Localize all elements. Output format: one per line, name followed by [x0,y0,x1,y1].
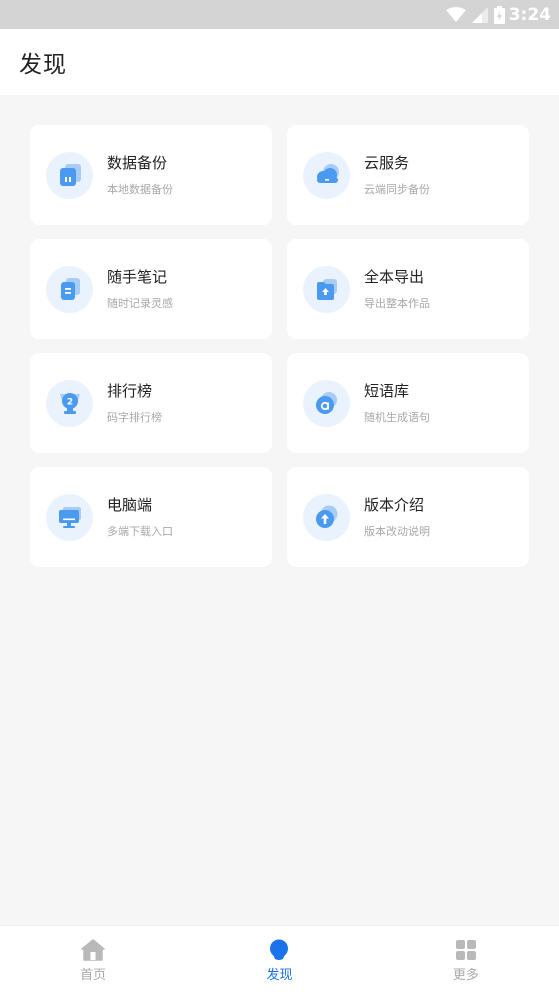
card-subtitle: 码字排行榜 [107,411,162,424]
cloud-icon [316,164,339,183]
wifi-icon [445,6,466,22]
feature-grid: 数据备份 本地数据备份 云服务 云端同步备份 随手笔记 随时记录灵感 全本导出 … [30,125,529,567]
card-text: 云服务 云端同步备份 [364,153,430,197]
card-icon-bg: 2 [46,379,93,427]
card-title: 随手笔记 [107,268,168,286]
card-subtitle: 多端下载入口 [107,525,173,538]
card-title: 电脑端 [107,496,153,514]
screen: 3:24 发现 数据备份 本地数据备份 云服务 云端同步备份 随手笔记 随时记录… [0,0,559,995]
export-folder-icon [316,279,337,300]
card-subtitle: 随时记录灵感 [107,297,173,310]
nav-item-home[interactable]: 首页 [0,926,186,995]
card-text: 排行榜 码字排行榜 [107,381,162,425]
card-title: 全本导出 [364,268,425,286]
card-text: 随手笔记 随时记录灵感 [107,267,173,311]
card-leaderboard[interactable]: 2 排行榜 码字排行榜 [30,353,272,453]
card-full-export[interactable]: 全本导出 导出整本作品 [287,239,529,339]
battery-icon [493,5,505,24]
card-title: 数据备份 [107,154,168,172]
card-phrase-library[interactable]: 短语库 随机生成语句 [287,353,529,453]
nav-item-discover[interactable]: 发现 [186,926,372,995]
card-icon-bg [303,265,350,313]
page-title: 发现 [19,52,67,78]
grid-more-icon [455,939,476,960]
signal-icon [471,6,488,23]
card-title: 排行榜 [107,382,153,400]
card-icon-bg [303,379,350,427]
card-subtitle: 导出整本作品 [364,297,430,310]
nav-label: 更多 [452,967,479,983]
status-time: 3:24 [508,4,551,25]
phrase-library-icon [315,392,337,414]
card-title: 版本介绍 [364,496,425,514]
desktop-icon [58,507,81,528]
trophy-icon: 2 [59,393,80,414]
home-icon [81,938,105,961]
note-icon [60,278,80,300]
card-quick-note[interactable]: 随手笔记 随时记录灵感 [30,239,272,339]
card-text: 电脑端 多端下载入口 [107,495,173,539]
card-icon-bg [303,493,350,541]
discover-icon [270,939,289,960]
bottom-nav: 首页 发现 更多 [0,925,559,995]
app-header: 发现 [0,29,559,95]
card-subtitle: 随机生成语句 [364,411,430,424]
card-icon-bg [303,151,350,199]
nav-label: 首页 [80,967,107,983]
card-text: 全本导出 导出整本作品 [364,267,430,311]
card-icon-bg [46,265,93,313]
card-title: 云服务 [364,154,410,172]
card-subtitle: 云端同步备份 [364,183,430,196]
status-bar: 3:24 [0,0,559,29]
card-subtitle: 版本改动说明 [364,525,430,538]
version-upgrade-icon [315,505,337,528]
card-text: 版本介绍 版本改动说明 [364,495,430,539]
nav-label: 发现 [266,967,293,983]
card-subtitle: 本地数据备份 [107,183,173,196]
card-cloud-service[interactable]: 云服务 云端同步备份 [287,125,529,225]
card-icon-bg [46,493,93,541]
nav-item-more[interactable]: 更多 [373,926,559,995]
database-backup-icon [59,164,81,186]
card-version-info[interactable]: 版本介绍 版本改动说明 [287,467,529,567]
card-title: 短语库 [364,382,410,400]
card-icon-bg [46,151,93,199]
svg-text:2: 2 [66,398,72,408]
card-data-backup[interactable]: 数据备份 本地数据备份 [30,125,272,225]
card-text: 短语库 随机生成语句 [364,381,430,425]
card-desktop[interactable]: 电脑端 多端下载入口 [30,467,272,567]
card-text: 数据备份 本地数据备份 [107,153,173,197]
status-icons [445,5,505,24]
